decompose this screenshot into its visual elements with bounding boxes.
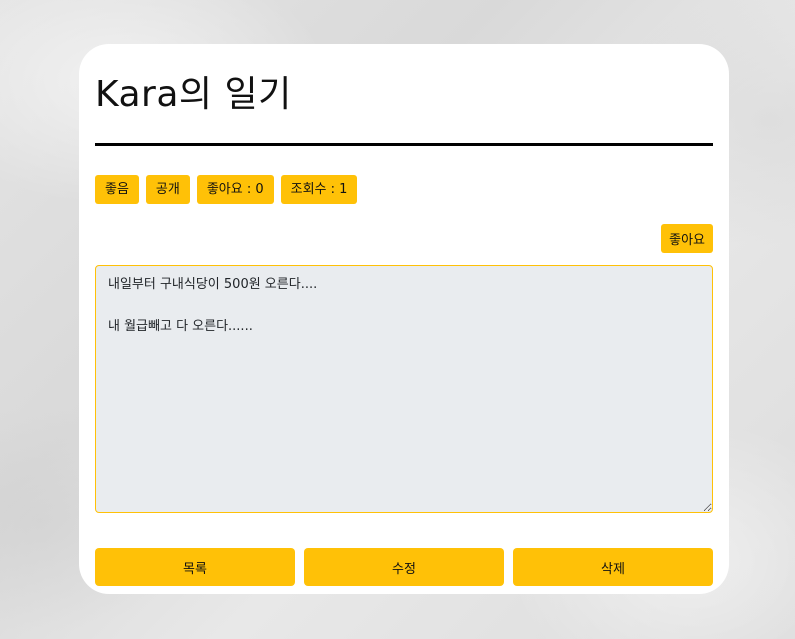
diary-content-textarea[interactable]: 내일부터 구내식당이 500원 오른다.... 내 월급빼고 다 오른다....… — [95, 265, 713, 513]
badge-row: 좋음 공개 좋아요 : 0 조회수 : 1 — [95, 175, 358, 204]
list-button[interactable]: 목록 — [95, 548, 295, 586]
like-button[interactable]: 좋아요 — [661, 224, 713, 253]
delete-button[interactable]: 삭제 — [513, 548, 713, 586]
page-title: Kara의 일기 — [95, 74, 292, 115]
edit-button[interactable]: 수정 — [304, 548, 504, 586]
action-row: 목록 수정 삭제 — [95, 548, 713, 586]
mood-badge: 좋음 — [95, 175, 139, 204]
visibility-badge: 공개 — [145, 175, 190, 204]
likes-count-badge: 좋아요 : 0 — [196, 175, 274, 204]
views-count-badge: 조회수 : 1 — [280, 175, 358, 204]
title-divider — [95, 143, 713, 146]
diary-card: Kara의 일기 좋음 공개 좋아요 : 0 조회수 : 1 좋아요 내일부터 … — [79, 44, 729, 594]
